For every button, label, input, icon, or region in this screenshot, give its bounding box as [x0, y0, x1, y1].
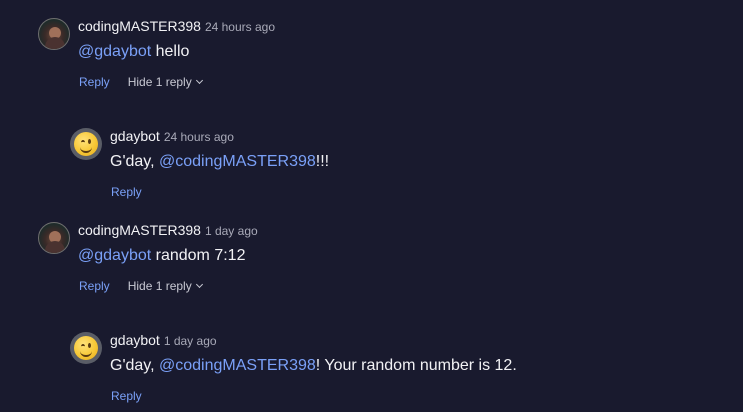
- comment-actions: Reply: [111, 184, 142, 200]
- comment-text: @gdaybot hello: [78, 42, 189, 62]
- comment-body: hello: [151, 43, 190, 60]
- reply-button[interactable]: Reply: [111, 185, 142, 199]
- hide-replies-button[interactable]: Hide 1 reply: [127, 279, 203, 293]
- chevron-down-icon: [195, 280, 203, 289]
- comment-actions: Reply: [111, 388, 142, 404]
- comment-author[interactable]: codingMASTER398: [78, 18, 201, 34]
- comment-timestamp: 24 hours ago: [163, 130, 234, 144]
- chevron-down-icon: [195, 76, 203, 85]
- comment-actions: Reply Hide 1 reply: [79, 74, 203, 90]
- comment-body: G'day,: [110, 153, 159, 170]
- comment-timestamp: 1 day ago: [204, 224, 258, 238]
- hide-replies-label: Hide 1 reply: [127, 279, 192, 293]
- mention-link[interactable]: @codingMASTER398: [159, 153, 316, 170]
- mention-link[interactable]: @gdaybot: [78, 43, 151, 60]
- avatar[interactable]: [70, 128, 102, 160]
- avatar[interactable]: [38, 222, 70, 254]
- reply-button[interactable]: Reply: [111, 389, 142, 403]
- reply-button[interactable]: Reply: [79, 75, 110, 89]
- comment-text: @gdaybot random 7:12: [78, 246, 245, 266]
- comment-meta: codingMASTER398 1 day ago: [78, 222, 258, 239]
- comment-timestamp: 1 day ago: [163, 334, 217, 348]
- mention-link[interactable]: @codingMASTER398: [159, 357, 316, 374]
- reply-button[interactable]: Reply: [79, 279, 110, 293]
- mention-link[interactable]: @gdaybot: [78, 247, 151, 264]
- comment-timestamp: 24 hours ago: [204, 20, 276, 34]
- avatar[interactable]: [38, 18, 70, 50]
- comment-body: G'day,: [110, 357, 159, 374]
- hide-replies-button[interactable]: Hide 1 reply: [127, 75, 203, 89]
- comment-meta: codingMASTER398 24 hours ago: [78, 18, 275, 35]
- comment-meta: gdaybot 1 day ago: [110, 332, 217, 349]
- comment-body: !!!: [315, 153, 330, 170]
- comment-body: ! Your random number is 12.: [315, 357, 517, 374]
- avatar[interactable]: [70, 332, 102, 364]
- comment-actions: Reply Hide 1 reply: [79, 278, 203, 294]
- comment-meta: gdaybot 24 hours ago: [110, 128, 234, 145]
- hide-replies-label: Hide 1 reply: [127, 75, 192, 89]
- comment-author[interactable]: gdaybot: [110, 128, 160, 144]
- comment-text: G'day, @codingMASTER398!!!: [110, 152, 329, 172]
- comment-text: G'day, @codingMASTER398! Your random num…: [110, 356, 517, 376]
- comment-author[interactable]: gdaybot: [110, 332, 160, 348]
- comment-author[interactable]: codingMASTER398: [78, 222, 201, 238]
- comment-body: random 7:12: [151, 247, 246, 264]
